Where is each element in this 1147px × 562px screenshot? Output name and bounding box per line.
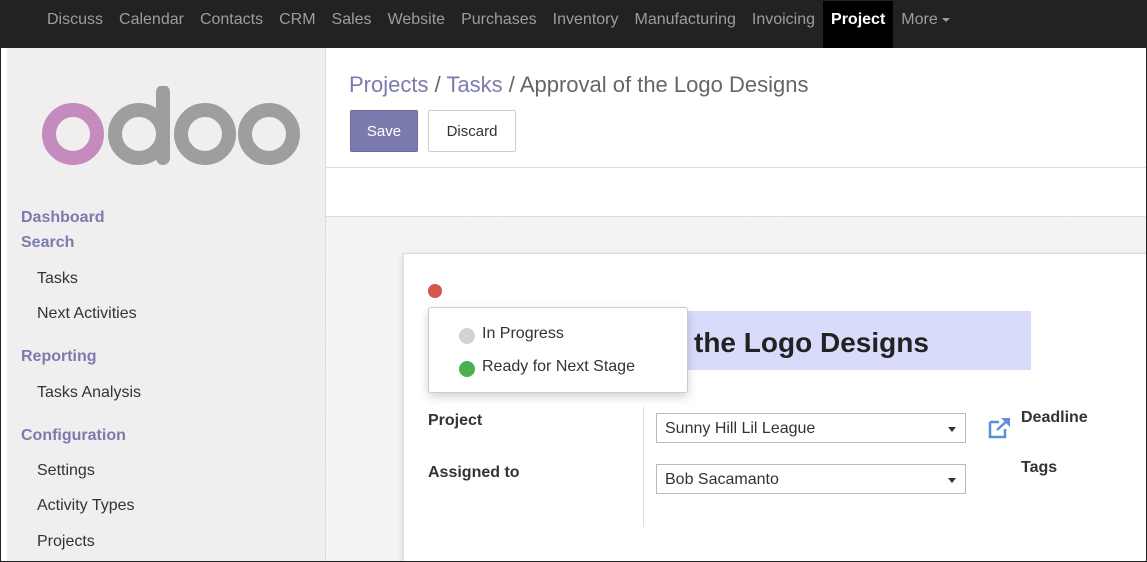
nav-inventory[interactable]: Inventory <box>545 1 627 48</box>
nav-discuss[interactable]: Discuss <box>39 1 111 48</box>
form-statusbar <box>326 168 1146 217</box>
breadcrumb-separator: / <box>428 72 447 97</box>
nav-contacts[interactable]: Contacts <box>192 1 271 48</box>
assigned-to-select[interactable]: Bob Sacamanto <box>656 464 966 494</box>
sidebar-item-projects[interactable]: Projects <box>37 533 95 551</box>
sidebar-item-activity-types[interactable]: Activity Types <box>37 497 135 515</box>
discard-button[interactable]: Discard <box>428 110 516 152</box>
assigned-to-value: Bob Sacamanto <box>665 471 779 488</box>
sidebar-search[interactable]: Search <box>21 234 74 252</box>
sidebar-item-settings[interactable]: Settings <box>37 462 95 480</box>
breadcrumb: Projects / Tasks / Approval of the Logo … <box>349 72 808 98</box>
nav-invoicing[interactable]: Invoicing <box>744 1 823 48</box>
form-sheet: the Logo Designs In Progress Ready for N… <box>403 253 1146 561</box>
nav-project[interactable]: Project <box>823 1 894 48</box>
nav-sales[interactable]: Sales <box>324 1 380 48</box>
nav-purchases[interactable]: Purchases <box>453 1 545 48</box>
nav-website[interactable]: Website <box>380 1 454 48</box>
top-navbar: Discuss Calendar Contacts CRM Sales Webs… <box>1 1 1146 48</box>
status-option-in-progress[interactable]: In Progress <box>482 325 564 343</box>
top-menu: Discuss Calendar Contacts CRM Sales Webs… <box>39 1 958 48</box>
project-select[interactable]: Sunny Hill Lil League <box>656 413 966 443</box>
sidebar-reporting[interactable]: Reporting <box>21 348 97 366</box>
kanban-state-icon[interactable] <box>428 284 442 298</box>
sidebar: Dashboard Search Tasks Next Activities R… <box>7 48 326 561</box>
status-option-ready[interactable]: Ready for Next Stage <box>482 358 635 376</box>
caret-down-icon <box>948 478 956 483</box>
kanban-state-dropdown: In Progress Ready for Next Stage <box>428 307 688 393</box>
breadcrumb-current: Approval of the Logo Designs <box>519 72 809 97</box>
assigned-to-label: Assigned to <box>428 464 520 481</box>
nav-crm[interactable]: CRM <box>271 1 323 48</box>
nav-more[interactable]: More <box>893 1 957 48</box>
nav-manufacturing[interactable]: Manufacturing <box>626 1 743 48</box>
sidebar-configuration[interactable]: Configuration <box>21 427 126 445</box>
sidebar-item-next-activities[interactable]: Next Activities <box>37 305 137 323</box>
project-label: Project <box>428 412 483 429</box>
tags-label: Tags <box>1021 459 1058 476</box>
odoo-logo[interactable] <box>33 86 303 166</box>
sidebar-item-tasks[interactable]: Tasks <box>37 270 78 288</box>
nav-calendar[interactable]: Calendar <box>111 1 192 48</box>
nav-more-label: More <box>901 11 938 28</box>
sidebar-dashboard[interactable]: Dashboard <box>21 209 105 227</box>
breadcrumb-tasks[interactable]: Tasks <box>446 72 502 97</box>
deadline-label: Deadline <box>1021 409 1088 426</box>
app-frame: Discuss Calendar Contacts CRM Sales Webs… <box>0 0 1147 562</box>
grey-status-icon <box>459 328 475 344</box>
external-link-icon[interactable] <box>987 416 1013 440</box>
green-status-icon <box>459 361 475 377</box>
project-value: Sunny Hill Lil League <box>665 420 816 437</box>
sidebar-item-tasks-analysis[interactable]: Tasks Analysis <box>37 384 141 402</box>
caret-down-icon <box>941 17 950 22</box>
breadcrumb-projects[interactable]: Projects <box>349 72 428 97</box>
save-button[interactable]: Save <box>350 110 418 152</box>
breadcrumb-separator: / <box>502 72 520 97</box>
task-title-text: the Logo Designs <box>694 327 929 358</box>
column-divider <box>643 407 644 527</box>
caret-down-icon <box>948 427 956 432</box>
main-content: Projects / Tasks / Approval of the Logo … <box>326 48 1146 561</box>
